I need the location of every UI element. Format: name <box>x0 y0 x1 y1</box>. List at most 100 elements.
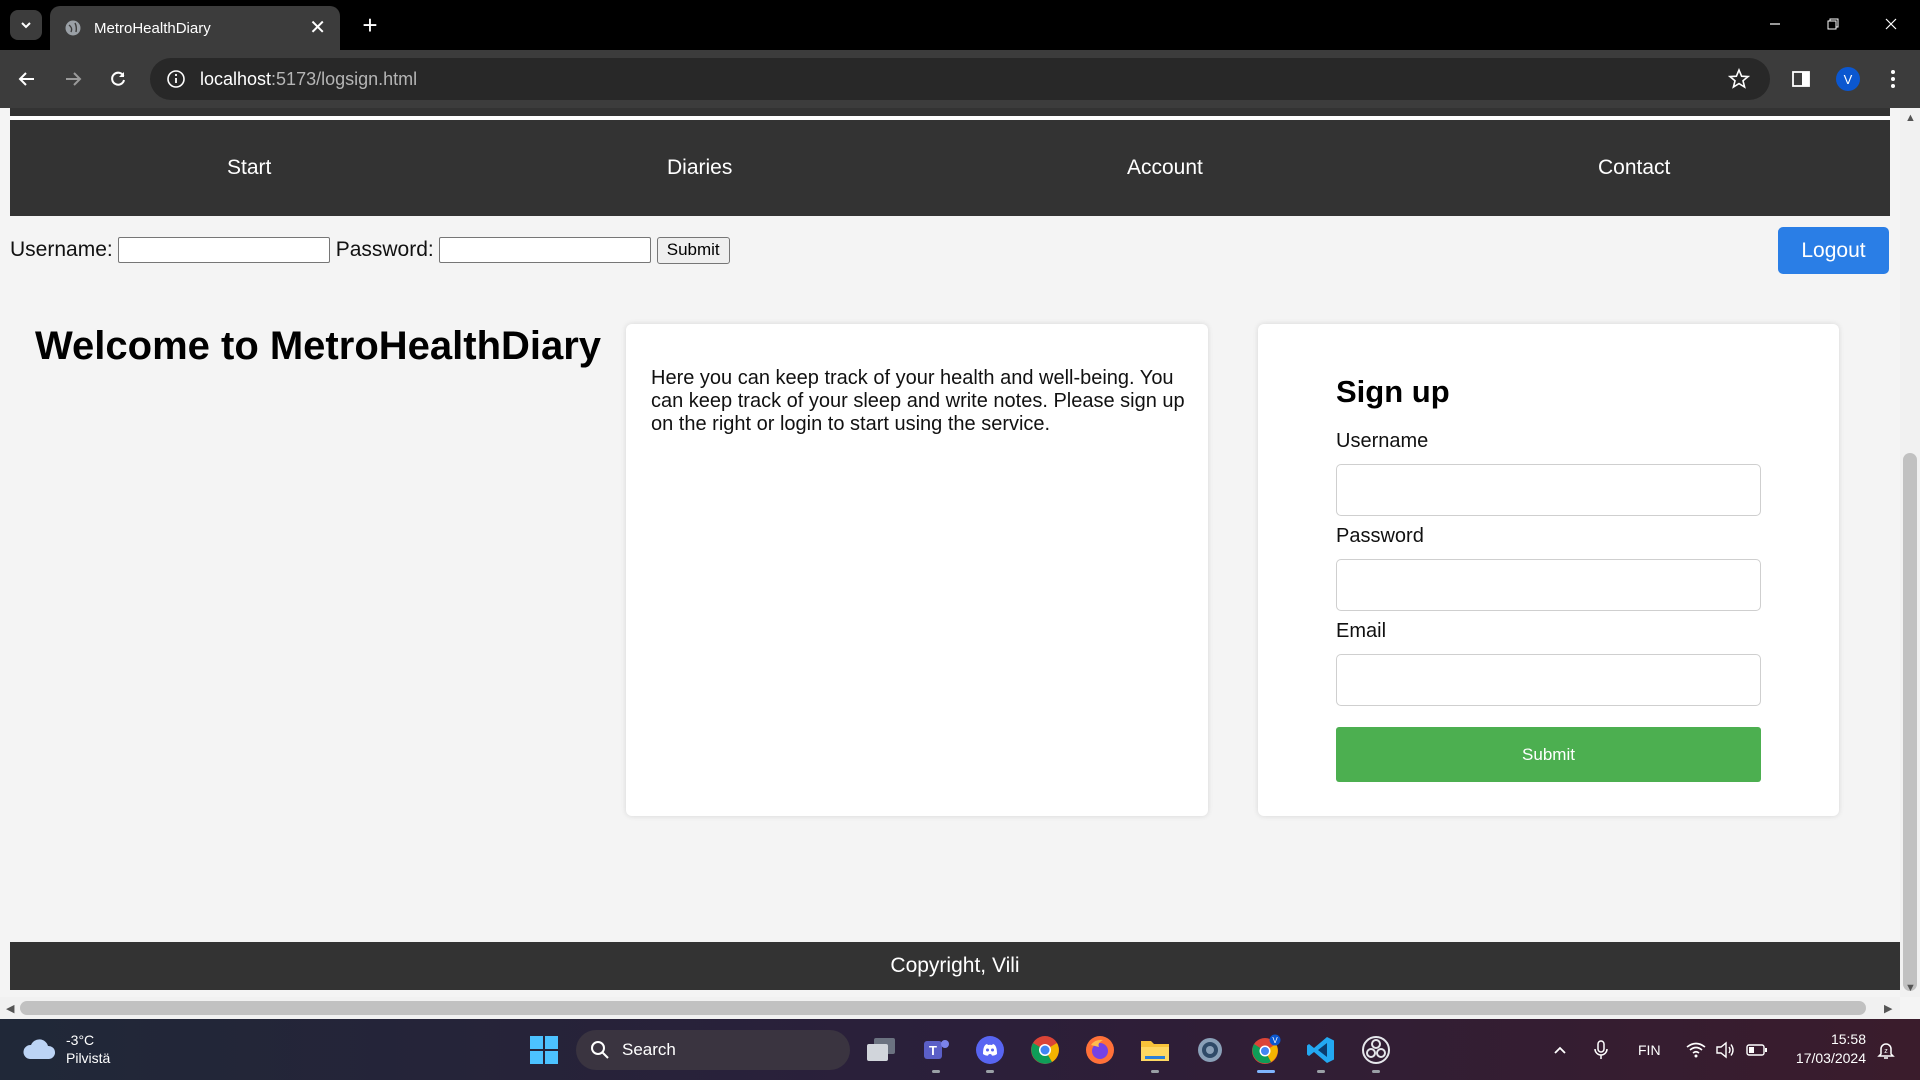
close-icon <box>1885 18 1897 30</box>
task-view-button[interactable] <box>862 1031 900 1069</box>
obs-app[interactable] <box>1357 1031 1395 1073</box>
login-form: Username: Password: Submit <box>10 234 730 266</box>
language-label: FIN <box>1638 1041 1661 1058</box>
reload-button[interactable] <box>101 62 135 96</box>
star-icon <box>1728 68 1750 89</box>
forward-button[interactable] <box>56 62 90 96</box>
browser-menu-button[interactable] <box>1876 62 1910 96</box>
close-tab-icon[interactable]: ✕ <box>309 18 326 38</box>
minimize-button[interactable] <box>1752 8 1798 40</box>
footer-text: Copyright, Vili <box>890 954 1020 977</box>
signup-password-input[interactable] <box>1336 559 1761 611</box>
network-button[interactable] <box>1686 1019 1706 1080</box>
globe-icon <box>65 20 81 36</box>
chrome-profile-app[interactable]: V <box>1247 1031 1285 1073</box>
signup-email-input[interactable] <box>1336 654 1761 706</box>
chrome-app[interactable] <box>1026 1031 1064 1069</box>
clock-time: 15:58 <box>1830 1031 1866 1047</box>
new-tab-button[interactable]: + <box>355 10 385 40</box>
signup-submit-button[interactable]: Submit <box>1336 727 1761 782</box>
login-password-input[interactable] <box>438 237 651 263</box>
language-indicator[interactable]: FIN <box>1638 1019 1661 1080</box>
nav-item-contact[interactable]: Contact <box>1598 120 1670 216</box>
running-indicator <box>1151 1070 1159 1073</box>
start-button[interactable] <box>525 1031 563 1069</box>
clock[interactable]: 15:58 17/03/2024 <box>1786 1030 1866 1068</box>
nav-item-diaries[interactable]: Diaries <box>667 120 732 216</box>
signup-email-label: Email <box>1336 620 1387 642</box>
notification-bell-icon: z <box>1877 1042 1895 1059</box>
scroll-right-icon[interactable]: ▶ <box>1884 1002 1892 1015</box>
obs-icon <box>1362 1036 1390 1064</box>
folder-icon <box>1141 1041 1169 1061</box>
scroll-left-icon[interactable]: ◀ <box>6 1002 14 1015</box>
side-panel-button[interactable] <box>1784 62 1818 96</box>
nav-item-account[interactable]: Account <box>1127 120 1203 216</box>
header-top-edge <box>10 108 1890 116</box>
tab-search-button[interactable] <box>10 10 42 40</box>
site-info-icon[interactable] <box>166 69 186 89</box>
notifications-button[interactable]: z <box>1876 1019 1896 1080</box>
svg-text:V: V <box>1272 1036 1278 1045</box>
clock-date: 17/03/2024 <box>1795 1050 1866 1066</box>
horizontal-scrollbar-thumb[interactable] <box>20 1001 1866 1015</box>
taskbar-search[interactable]: Search <box>576 1030 850 1070</box>
firefox-icon <box>1086 1036 1114 1064</box>
microphone-button[interactable] <box>1593 1019 1609 1080</box>
chrome-profile-icon: V <box>1252 1034 1281 1064</box>
signup-username-label: Username <box>1336 430 1429 452</box>
login-username-input[interactable] <box>117 237 330 263</box>
restore-icon <box>1827 18 1839 30</box>
firefox-app[interactable] <box>1081 1031 1119 1069</box>
discord-app[interactable] <box>971 1031 1009 1073</box>
page-viewport: Start Diaries Account Contact Username: … <box>0 108 1920 1019</box>
volume-button[interactable] <box>1715 1019 1735 1080</box>
chevron-down-icon <box>21 22 31 29</box>
speaker-icon <box>1716 1041 1734 1058</box>
weather-widget[interactable]: -3°C Pilvistä <box>22 1031 110 1067</box>
scroll-up-icon[interactable]: ▲ <box>1905 112 1916 124</box>
teams-app[interactable]: T <box>917 1031 955 1073</box>
close-window-button[interactable] <box>1868 8 1914 40</box>
arrow-right-icon <box>66 72 82 86</box>
login-username-label: Username: <box>10 238 113 261</box>
url-host: localhost <box>200 68 272 89</box>
back-button[interactable] <box>10 62 44 96</box>
svg-text:T: T <box>929 1043 937 1058</box>
nav-item-start[interactable]: Start <box>227 120 271 216</box>
gear-icon <box>1198 1038 1222 1062</box>
chevron-up-icon <box>1554 1046 1566 1054</box>
browser-tab-strip: MetroHealthDiary ✕ + <box>0 0 1920 50</box>
settings-app[interactable] <box>1191 1031 1229 1069</box>
login-submit-button[interactable]: Submit <box>656 236 730 264</box>
side-panel-icon <box>1792 71 1810 87</box>
signup-username-input[interactable] <box>1336 464 1761 516</box>
login-password-label: Password: <box>335 238 434 261</box>
vscode-icon <box>1307 1037 1334 1063</box>
running-indicator <box>1372 1070 1380 1073</box>
vscode-app[interactable] <box>1302 1031 1340 1073</box>
signup-card: Sign up Username Password Email Submit <box>1258 324 1839 816</box>
battery-button[interactable] <box>1746 1019 1768 1080</box>
scroll-down-icon[interactable]: ▼ <box>1905 982 1916 994</box>
teams-icon: T <box>924 1040 949 1059</box>
file-explorer-app[interactable] <box>1136 1031 1174 1073</box>
profile-avatar[interactable]: V <box>1836 67 1860 91</box>
vertical-scrollbar-thumb[interactable] <box>1903 453 1917 991</box>
running-indicator <box>932 1070 940 1073</box>
logout-button[interactable]: Logout <box>1778 227 1889 274</box>
restore-button[interactable] <box>1810 8 1856 40</box>
windows-logo-icon <box>530 1036 558 1064</box>
running-indicator <box>1317 1070 1325 1073</box>
main-nav: Start Diaries Account Contact <box>10 120 1890 216</box>
url-path: :5173/logsign.html <box>271 68 418 89</box>
signup-password-label: Password <box>1336 525 1424 547</box>
minimize-icon <box>1770 23 1780 25</box>
task-view-icon <box>867 1038 895 1061</box>
browser-tab[interactable]: MetroHealthDiary ✕ <box>50 6 340 50</box>
address-bar[interactable]: localhost:5173/logsign.html <box>150 58 1770 100</box>
bookmark-button[interactable] <box>1722 62 1756 96</box>
signup-title: Sign up <box>1336 374 1450 409</box>
taskbar: -3°C Pilvistä Search T V FIN 15:58 17/03… <box>0 1019 1920 1080</box>
show-hidden-icons-button[interactable] <box>1552 1019 1568 1080</box>
